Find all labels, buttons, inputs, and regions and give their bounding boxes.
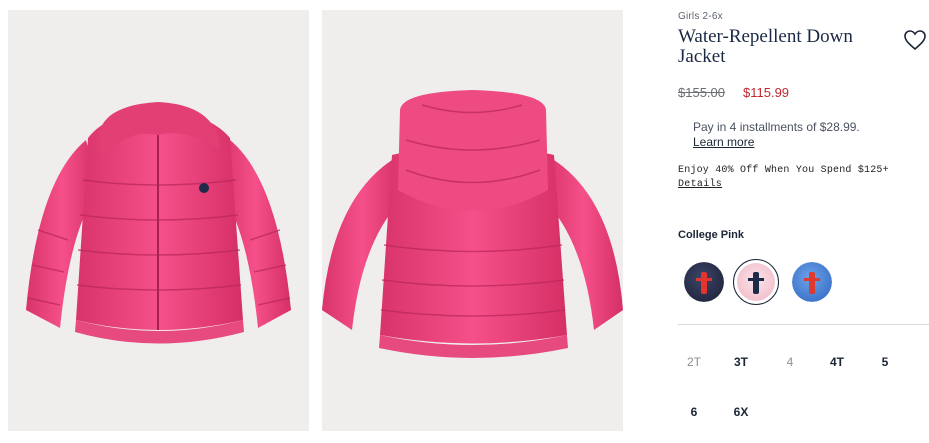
size-6[interactable]: 6 (679, 405, 709, 419)
swatch-navy[interactable] (684, 262, 724, 302)
learn-more-link[interactable]: Learn more (693, 135, 754, 149)
installments-text: Pay in 4 installments of $28.99. (693, 120, 860, 134)
product-image-front[interactable] (8, 10, 309, 431)
size-2t[interactable]: 2T (679, 355, 709, 369)
product-image-back[interactable] (322, 10, 623, 431)
size-4t[interactable]: 4T (822, 355, 852, 369)
swatch-college-pink[interactable] (733, 259, 779, 305)
polo-logo-icon (748, 272, 764, 294)
jacket-back-illustration (322, 90, 623, 358)
polo-logo-icon (696, 272, 712, 294)
size-3t[interactable]: 3T (726, 355, 756, 369)
selected-color-label: College Pink (678, 229, 745, 241)
polo-logo-icon (804, 272, 820, 294)
jacket-front-illustration (26, 102, 291, 344)
product-title: Water-Repellent Down Jacket (678, 26, 853, 67)
swatch-blue[interactable] (792, 262, 832, 302)
divider (678, 324, 929, 325)
promo-text: Enjoy 40% Off When You Spend $125+ (678, 165, 889, 176)
size-6x[interactable]: 6X (726, 405, 756, 419)
original-price: $155.00 (678, 85, 725, 100)
heart-outline-icon[interactable] (903, 29, 927, 51)
size-5[interactable]: 5 (870, 355, 900, 369)
product-info-panel: Girls 2-6x Water-Repellent Down Jacket $… (678, 0, 929, 443)
product-category: Girls 2-6x (678, 11, 723, 22)
size-4[interactable]: 4 (775, 355, 805, 369)
promo-details-link[interactable]: Details (678, 179, 722, 190)
sale-price: $115.99 (743, 85, 790, 100)
